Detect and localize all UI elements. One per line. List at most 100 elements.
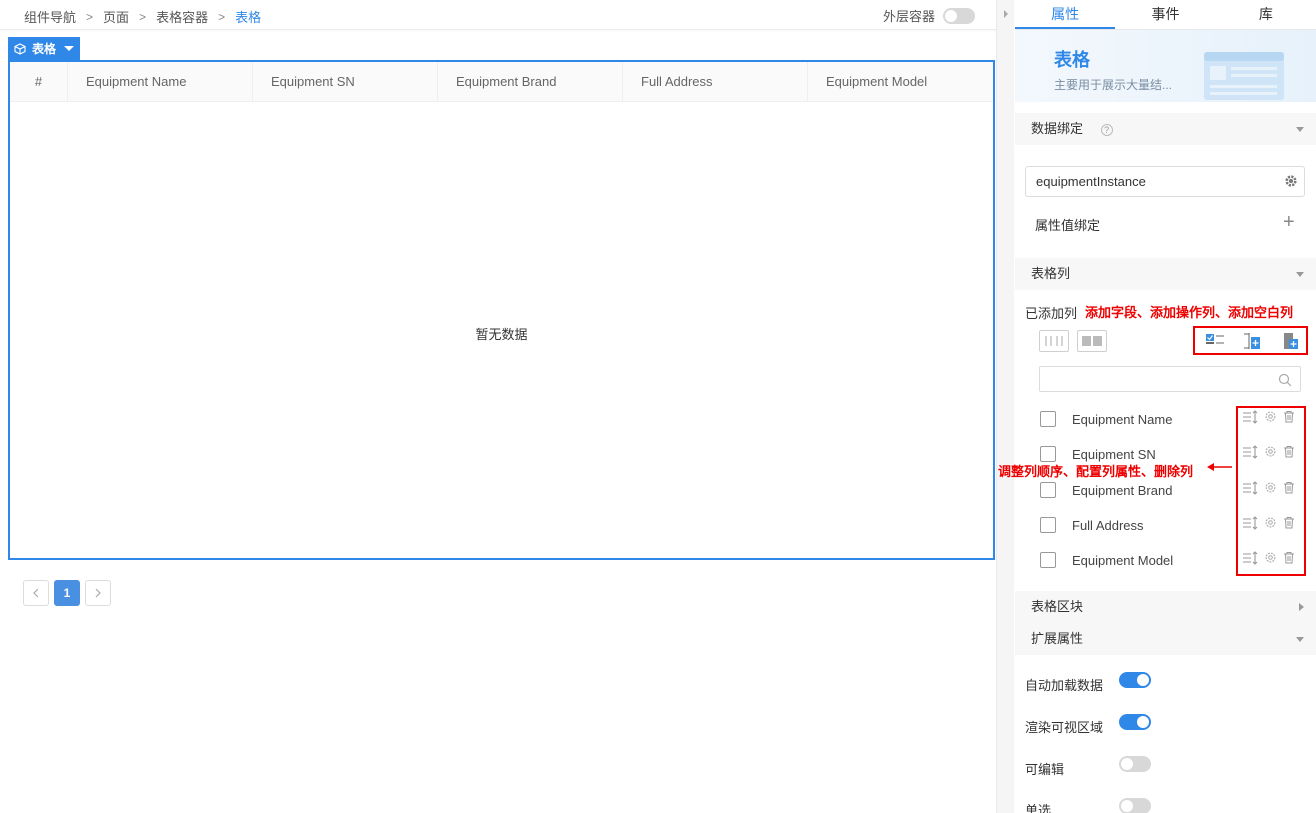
section-title: 扩展属性 (1031, 631, 1084, 646)
gear-icon[interactable] (1264, 410, 1277, 423)
cube-icon (14, 42, 26, 55)
table-header-index: # (10, 62, 68, 102)
component-tag-label: 表格 (32, 42, 57, 56)
ext-option-label: 渲染可视区域 (1025, 720, 1104, 735)
panel-tabs: 属性 事件 库 (1015, 0, 1316, 30)
section-extended-props[interactable]: 扩展属性 (1015, 623, 1316, 655)
breadcrumb: 组件导航 > 页面 > 表格容器 > 表格 (24, 7, 261, 26)
add-field-icon[interactable] (1205, 333, 1225, 349)
table-header-cell[interactable]: Equipment Model (808, 62, 993, 102)
column-ops (1242, 481, 1295, 495)
gear-icon[interactable] (1284, 174, 1298, 188)
outer-container-switch[interactable] (943, 7, 975, 24)
sort-icon[interactable] (1242, 516, 1258, 530)
help-icon[interactable]: ? (1100, 123, 1113, 136)
chevron-down-icon (1296, 272, 1304, 277)
component-hero: 表格 主要用于展示大量结... (1015, 30, 1316, 102)
table-component[interactable]: # Equipment Name Equipment SN Equipment … (8, 60, 995, 560)
render-visible-switch[interactable] (1119, 714, 1151, 730)
column-list-item[interactable]: Full Address (1039, 515, 1309, 535)
canvas-topbar: 组件导航 > 页面 > 表格容器 > 表格 外层容器 (0, 0, 1000, 30)
trash-icon[interactable] (1283, 551, 1295, 564)
breadcrumb-item-current: 表格 (235, 10, 262, 25)
column-checkbox[interactable] (1040, 446, 1056, 462)
gear-icon[interactable] (1264, 481, 1277, 494)
table-header-cell[interactable]: Equipment SN (253, 62, 438, 102)
next-page-button[interactable] (85, 580, 111, 606)
sort-icon[interactable] (1242, 410, 1258, 424)
tab-events[interactable]: 事件 (1115, 0, 1215, 29)
column-name: Full Address (1072, 518, 1144, 533)
breadcrumb-item-nav[interactable]: 组件导航 (24, 7, 76, 26)
breadcrumb-separator-icon: > (86, 9, 94, 24)
column-ops (1242, 445, 1295, 459)
column-list-item[interactable]: Equipment Model (1039, 550, 1309, 570)
column-name: Equipment Name (1072, 412, 1173, 427)
column-ops (1242, 551, 1295, 565)
sort-icon[interactable] (1242, 445, 1258, 459)
tab-properties[interactable]: 属性 (1015, 0, 1116, 29)
plus-icon[interactable]: + (1283, 212, 1295, 232)
column-search-input[interactable] (1039, 366, 1301, 392)
table-header-cell[interactable]: Equipment Brand (438, 62, 623, 102)
auto-load-switch[interactable] (1119, 672, 1151, 688)
breadcrumb-item-page[interactable]: 页面 (103, 7, 129, 26)
ext-option-label: 单选 (1025, 803, 1052, 813)
arrow-left-icon (1207, 463, 1232, 471)
trash-icon[interactable] (1283, 481, 1295, 494)
chevron-down-icon (1296, 637, 1304, 642)
data-binding-field[interactable]: equipmentInstance (1025, 166, 1305, 197)
trash-icon[interactable] (1283, 445, 1295, 458)
design-canvas: 组件导航 > 页面 > 表格容器 > 表格 外层容器 表格 # Equipmen… (0, 0, 1000, 813)
column-ops (1242, 410, 1295, 424)
column-layout-button[interactable] (1039, 330, 1069, 352)
section-title: 表格区块 (1031, 599, 1084, 614)
column-block-button[interactable] (1077, 330, 1107, 352)
section-data-binding[interactable]: 数据绑定 ? (1015, 113, 1316, 145)
table-empty-text: 暂无数据 (475, 327, 528, 342)
single-select-switch[interactable] (1119, 798, 1151, 813)
outer-container-toggle-group: 外层容器 (883, 6, 975, 25)
added-columns-label: 已添加列 (1025, 306, 1078, 321)
column-list-item[interactable]: Equipment Name (1039, 409, 1309, 429)
section-table-columns[interactable]: 表格列 (1015, 258, 1316, 290)
tab-library[interactable]: 库 (1216, 0, 1316, 29)
table-header-row: # Equipment Name Equipment SN Equipment … (10, 62, 993, 102)
add-action-column-icon[interactable] (1243, 332, 1261, 350)
ext-option-label: 可编辑 (1025, 762, 1065, 777)
editable-switch[interactable] (1119, 756, 1151, 772)
trash-icon[interactable] (1283, 410, 1295, 423)
app-root: 组件导航 > 页面 > 表格容器 > 表格 外层容器 表格 # Equipmen… (0, 0, 1316, 813)
annotation-column-ops: 调整列顺序、配置列属性、删除列 (998, 464, 1194, 479)
column-checkbox[interactable] (1040, 552, 1056, 568)
chevron-down-icon[interactable] (64, 46, 75, 51)
column-checkbox[interactable] (1040, 482, 1056, 498)
gear-icon[interactable] (1264, 516, 1277, 529)
columns-icon (1045, 336, 1063, 346)
search-icon (1278, 373, 1292, 387)
table-header-cell[interactable]: Equipment Name (68, 62, 253, 102)
component-tag[interactable]: 表格 (8, 37, 81, 60)
panel-collapse-bar[interactable] (996, 0, 1014, 813)
sort-icon[interactable] (1242, 551, 1258, 565)
sort-icon[interactable] (1242, 481, 1258, 495)
section-title: 表格列 (1031, 266, 1071, 281)
column-checkbox[interactable] (1040, 517, 1056, 533)
section-title: 数据绑定 (1031, 121, 1084, 136)
column-list-item[interactable]: Equipment Brand (1039, 480, 1309, 500)
breadcrumb-item-container[interactable]: 表格容器 (156, 7, 208, 26)
add-blank-column-icon[interactable] (1281, 332, 1299, 350)
gear-icon[interactable] (1264, 445, 1277, 458)
gear-icon[interactable] (1264, 551, 1277, 564)
column-name: Equipment Model (1072, 553, 1174, 568)
chevron-right-icon (1299, 603, 1304, 611)
section-table-block[interactable]: 表格区块 (1015, 591, 1316, 623)
outer-container-label: 外层容器 (882, 9, 935, 24)
table-header-cell[interactable]: Full Address (623, 62, 808, 102)
column-checkbox[interactable] (1040, 411, 1056, 427)
prev-page-button[interactable] (23, 580, 49, 606)
trash-icon[interactable] (1283, 516, 1295, 529)
table-illustration-icon (1204, 52, 1284, 100)
properties-panel: 属性 事件 库 表格 主要用于展示大量结... 数据绑定 ? equipment… (1015, 0, 1316, 813)
page-number-button[interactable]: 1 (54, 580, 80, 606)
